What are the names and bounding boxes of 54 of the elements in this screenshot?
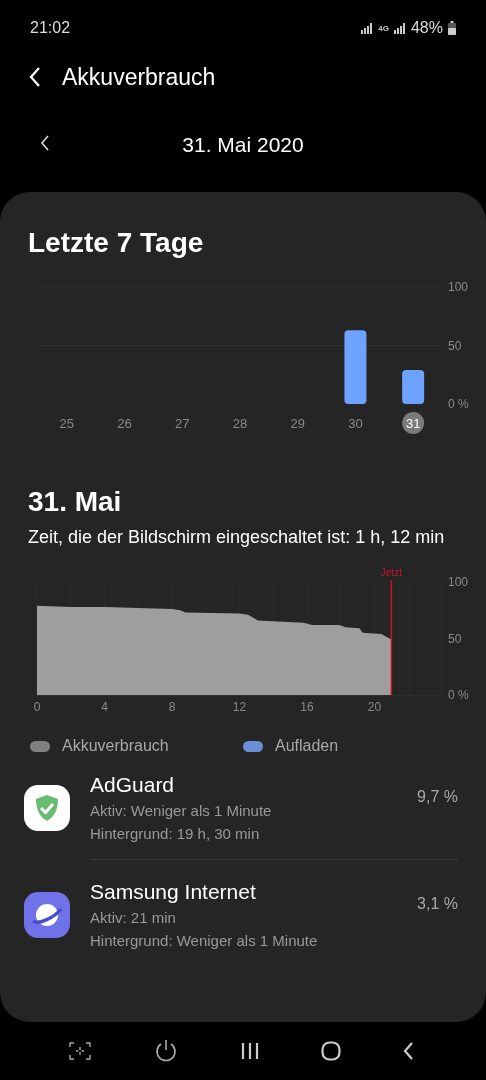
axis-label[interactable]: 27 xyxy=(175,416,190,431)
recent-apps-icon[interactable] xyxy=(240,1042,260,1060)
axis-label[interactable]: 28 xyxy=(232,416,248,431)
axis-label: 8 xyxy=(168,700,176,714)
app-row[interactable]: Samsung Internet Aktiv: 21 min Hintergrund: Weniger als 1 Minute 3,1 % xyxy=(24,878,458,952)
app-name: Samsung Internet xyxy=(90,879,257,905)
screen-time-text: Zeit, die der Bildschirm eingeschaltet ist: 1 h, 12 min xyxy=(28,526,446,549)
usage-percent: 3,1 % xyxy=(417,895,458,913)
home-icon[interactable] xyxy=(321,1041,341,1061)
axis-label: 0 % xyxy=(448,688,469,702)
legend-label: Aufladen xyxy=(275,737,339,755)
axis-label: 50 xyxy=(448,631,462,646)
axis-label[interactable]: 29 xyxy=(290,416,305,431)
axis-label: 0 xyxy=(33,700,41,714)
axis-label: 4 xyxy=(101,700,108,714)
section-title: 31. Mai xyxy=(28,485,123,519)
shield-icon xyxy=(24,785,70,831)
axis-label: 100 xyxy=(448,575,469,589)
signal-icon xyxy=(361,22,374,34)
chart-bar[interactable] xyxy=(402,370,425,404)
axis-label[interactable]: 26 xyxy=(117,416,132,431)
back-icon[interactable] xyxy=(402,1041,414,1061)
signal-icon xyxy=(393,22,406,34)
battery-percent: 48% xyxy=(410,19,443,37)
section-title: Letzte 7 Tage xyxy=(28,226,205,260)
status-time: 21:02 xyxy=(30,19,71,37)
app-name: AdGuard xyxy=(90,772,176,798)
power-icon[interactable] xyxy=(153,1038,179,1064)
chart-bar[interactable] xyxy=(344,330,367,404)
active-time: Aktiv: Weniger als 1 Minute xyxy=(90,801,273,821)
axis-label: 12 xyxy=(232,700,247,714)
axis-label[interactable]: 25 xyxy=(59,416,75,431)
now-label: Jetzt xyxy=(380,567,402,578)
back-button[interactable] xyxy=(28,66,42,88)
active-time: Aktiv: 21 min xyxy=(90,908,177,928)
usage-percent: 9,7 % xyxy=(417,788,458,806)
axis-label: 20 xyxy=(367,700,382,714)
app-row[interactable]: AdGuard Aktiv: Weniger als 1 Minute Hintergrund: 19 h, 30 min 9,7 % xyxy=(24,771,458,845)
selected-date: 31. Mai 2020 xyxy=(182,133,304,157)
network-type: 4G xyxy=(378,23,389,33)
screenshot-icon[interactable] xyxy=(68,1041,92,1061)
axis-label: 100 xyxy=(448,280,469,294)
axis-label[interactable]: 30 xyxy=(348,416,363,431)
page-title: Akkuverbrauch xyxy=(62,63,216,91)
axis-label: 16 xyxy=(300,700,314,714)
background-time: Hintergrund: 19 h, 30 min xyxy=(90,824,261,844)
battery-icon xyxy=(448,21,456,35)
axis-label[interactable]: 31 xyxy=(405,416,421,431)
axis-label: 0 % xyxy=(448,397,469,411)
legend-label: Akkuverbrauch xyxy=(62,737,169,755)
axis-label: 50 xyxy=(448,338,462,353)
planet-icon xyxy=(24,892,70,938)
background-time: Hintergrund: Weniger als 1 Minute xyxy=(90,931,319,951)
previous-day-button[interactable] xyxy=(40,135,50,151)
